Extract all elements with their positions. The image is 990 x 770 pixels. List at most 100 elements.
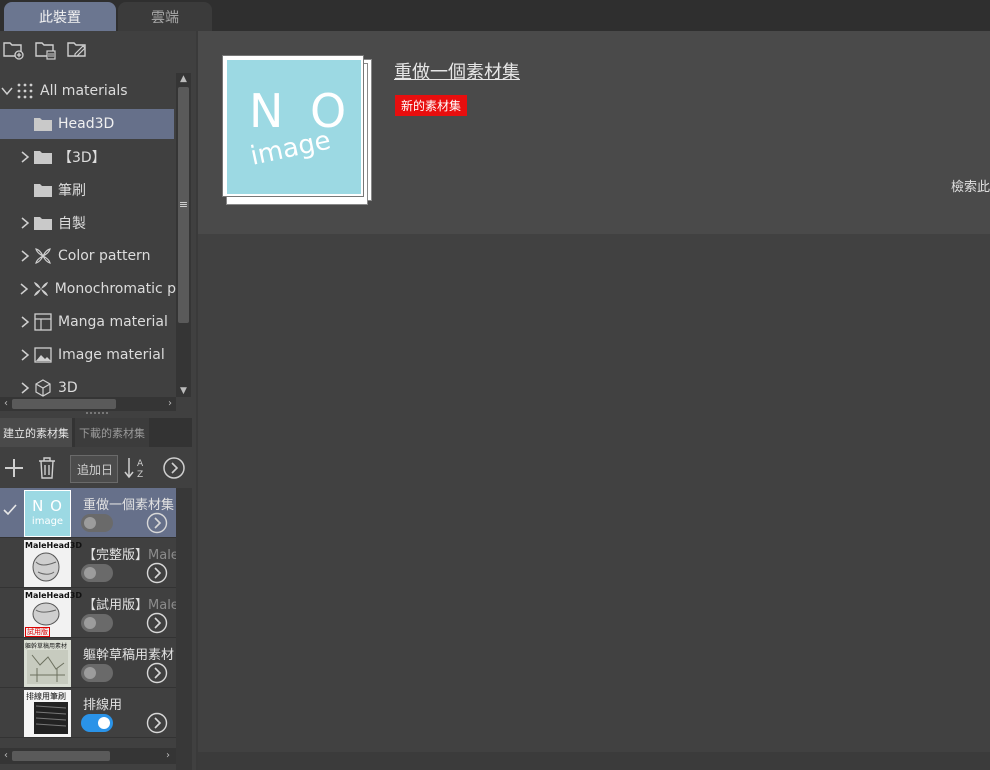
set-thumbnail: MaleHead3D: [24, 540, 82, 587]
tree-item-head3d[interactable]: Head3D: [0, 109, 174, 139]
set-name-text: 重做一個素材集: [83, 498, 175, 513]
list-item[interactable]: MaleHead3D 試用版 【試用版】MaleH: [0, 588, 176, 638]
folder-icon: [32, 148, 54, 166]
scroll-right-icon[interactable]: ›: [164, 397, 176, 411]
set-thumbnail: 軀幹草稿用素材: [24, 640, 71, 687]
chevron-circle-right-icon[interactable]: [146, 662, 168, 684]
scroll-right-icon[interactable]: ›: [162, 749, 174, 763]
tab-local-device[interactable]: 此裝置: [4, 2, 116, 31]
thumbnail-text: image: [31, 516, 64, 527]
scroll-left-icon[interactable]: ‹: [0, 749, 12, 763]
material-window: 此裝置 雲端 All materials Head3D 【3D】 筆刷 自製 C…: [0, 0, 990, 770]
tab-downloaded-sets[interactable]: 下載的素材集: [75, 418, 149, 447]
tree-horizontal-scrollbar[interactable]: ‹ ›: [0, 397, 176, 411]
torso-sketch-icon: [27, 650, 68, 684]
tab-cloud[interactable]: 雲端: [118, 2, 212, 31]
tree-item-3d-bracket[interactable]: 【3D】: [0, 142, 176, 172]
tree-toolbar: [0, 38, 196, 62]
set-enabled-toggle[interactable]: [81, 564, 113, 582]
svg-text:Z: Z: [137, 470, 143, 480]
chevron-circle-right-icon: [163, 457, 185, 479]
set-list-vertical-scrollbar[interactable]: [176, 488, 192, 770]
chevron-circle-right-icon[interactable]: [146, 712, 168, 734]
tree-item-manga-material[interactable]: Manga material: [0, 307, 176, 337]
panel-resize-grip[interactable]: [86, 412, 108, 416]
set-enabled-toggle[interactable]: [81, 664, 113, 682]
chevron-right-icon[interactable]: [18, 250, 32, 262]
toggle-knob: [84, 567, 96, 579]
scroll-down-icon[interactable]: ▼: [176, 385, 191, 397]
thumbnail-text: MaleHead3D: [25, 591, 82, 600]
list-item[interactable]: MaleHead3D 【完整版】MaleH: [0, 538, 176, 588]
tree-item-brush[interactable]: 筆刷: [0, 175, 176, 205]
manga-icon: [32, 313, 54, 331]
grid-icon: [14, 82, 36, 100]
tree-item-custom[interactable]: 自製: [0, 208, 176, 238]
chevron-right-icon[interactable]: [18, 151, 32, 163]
chevron-right-icon[interactable]: [18, 283, 31, 295]
tab-created-sets[interactable]: 建立的素材集: [0, 418, 72, 447]
menu-icon[interactable]: ≡: [176, 199, 191, 211]
material-set-list: N O image 重做一個素材集 MaleHead3D 【完整版】MaleH: [0, 488, 176, 738]
left-panel: All materials Head3D 【3D】 筆刷 自製 Color pa…: [0, 31, 196, 770]
set-thumbnail: MaleHead3D 試用版: [24, 590, 82, 637]
tree-item-image-material[interactable]: Image material: [0, 340, 176, 370]
scroll-thumb[interactable]: [12, 751, 110, 761]
chevron-right-icon[interactable]: [18, 382, 32, 394]
set-title-link[interactable]: 重做一個素材集: [394, 58, 520, 84]
tree-item-label: 【3D】: [58, 150, 106, 166]
set-name-overflow: MaleH: [148, 598, 176, 613]
set-name: 軀幹草稿用素材: [83, 644, 176, 663]
tree-item-label: Color pattern: [58, 248, 151, 264]
trash-icon: [39, 457, 55, 479]
hatching-sample-icon: [34, 702, 68, 734]
more-button[interactable]: [161, 455, 187, 481]
set-list-horizontal-scrollbar[interactable]: ‹ ›: [0, 748, 176, 764]
chevron-down-icon[interactable]: [0, 86, 14, 96]
list-item[interactable]: N O image 重做一個素材集: [0, 488, 176, 538]
chevron-circle-right-icon[interactable]: [146, 562, 168, 584]
color-pattern-icon: [32, 247, 54, 265]
plus-icon: [5, 459, 23, 477]
tree-item-color-pattern[interactable]: Color pattern: [0, 241, 176, 271]
head-sketch-icon: [32, 602, 60, 626]
tree-item-label: 3D: [58, 380, 78, 396]
edit-folder-icon[interactable]: [66, 38, 90, 62]
set-enabled-toggle[interactable]: [81, 714, 113, 732]
sort-select[interactable]: 追加日: [70, 455, 118, 483]
set-name-text: 【試用版】: [83, 598, 149, 613]
folder-icon: [32, 214, 54, 232]
tree-item-monochromatic-pattern[interactable]: Monochromatic p: [0, 274, 176, 304]
chevron-right-icon[interactable]: [18, 316, 32, 328]
set-enabled-toggle[interactable]: [81, 614, 113, 632]
delete-folder-icon[interactable]: [34, 38, 58, 62]
search-this-link[interactable]: 檢索此: [951, 176, 990, 195]
delete-set-button[interactable]: [35, 455, 59, 481]
set-tab-bar: 建立的素材集 下載的素材集: [0, 418, 192, 447]
checkmark-icon: [2, 502, 20, 522]
tree-item-all-materials[interactable]: All materials: [0, 76, 176, 106]
status-bar: [198, 752, 990, 770]
cube-icon: [32, 379, 54, 397]
set-name: 【完整版】MaleH: [83, 544, 176, 563]
chevron-right-icon[interactable]: [18, 217, 32, 229]
tree-vertical-scrollbar[interactable]: ▲ ≡ ▼: [176, 73, 191, 397]
list-item[interactable]: 軀幹草稿用素材 軀幹草稿用素材: [0, 638, 176, 688]
sort-order-button[interactable]: AZ: [123, 455, 147, 481]
tree-item-label: Head3D: [58, 116, 115, 132]
tree-item-label: Image material: [58, 347, 165, 363]
scroll-thumb[interactable]: [12, 399, 116, 409]
scroll-left-icon[interactable]: ‹: [0, 397, 12, 411]
chevron-circle-right-icon[interactable]: [146, 512, 168, 534]
set-thumbnail: 排線用筆刷: [24, 690, 71, 737]
new-folder-icon[interactable]: [2, 38, 26, 62]
set-enabled-toggle[interactable]: [81, 514, 113, 532]
card-front: N O image: [222, 55, 364, 197]
chevron-right-icon[interactable]: [18, 349, 32, 361]
add-set-button[interactable]: [2, 455, 26, 481]
set-name-overflow: MaleH: [148, 548, 176, 563]
set-cover-image[interactable]: N O image: [222, 55, 374, 207]
scroll-up-icon[interactable]: ▲: [176, 73, 191, 85]
chevron-circle-right-icon[interactable]: [146, 612, 168, 634]
list-item[interactable]: 排線用筆刷 排線用: [0, 688, 176, 738]
